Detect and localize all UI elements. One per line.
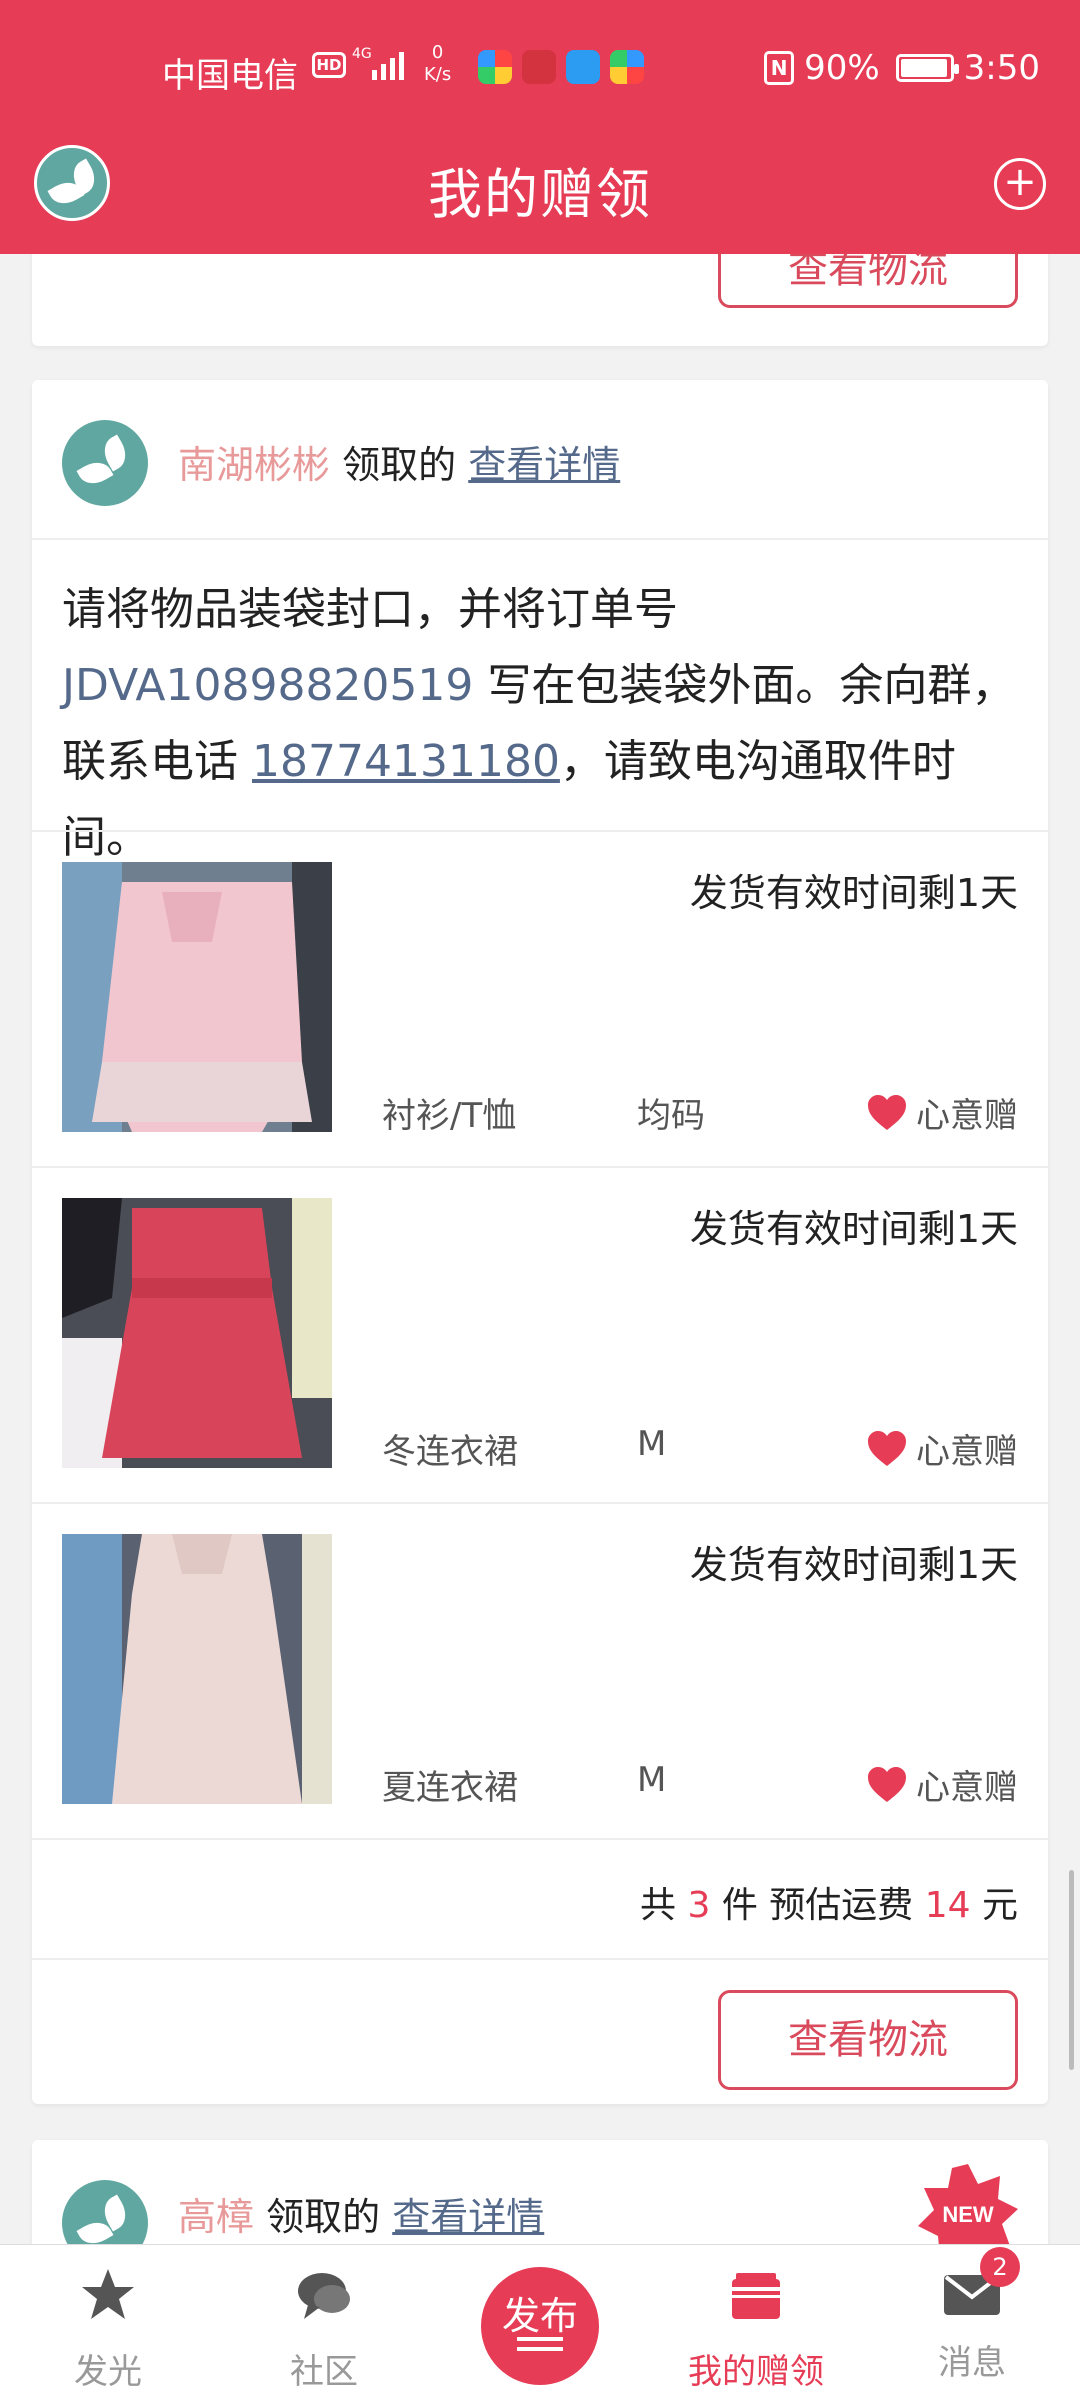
nav-label: 发光	[74, 2352, 142, 2392]
notice-text: 请将物品装袋封口，并将订单号	[62, 584, 678, 635]
item-size: 均码	[637, 1096, 705, 1136]
battery-icon	[895, 54, 959, 82]
net-speed-value: 0	[431, 42, 444, 63]
publish-label: 发布	[501, 2294, 578, 2338]
publish-button[interactable]: 发布	[481, 2267, 599, 2385]
card-header: 南湖彬彬 领取的 查看详情	[32, 380, 1048, 540]
view-logistics-button[interactable]: 查看物流	[718, 1990, 1018, 2090]
item-category: 衬衫/T恤	[382, 1096, 517, 1136]
net-speed-unit: K/s	[424, 64, 452, 85]
notification-icons	[478, 50, 644, 84]
battery-percent: 90%	[804, 48, 880, 88]
summary-mid: 件 预估运费	[710, 1885, 925, 1926]
app-icon	[478, 50, 512, 84]
list-item[interactable]: 发货有效时间剩1天 衬衫/T恤 均码 心意赠	[32, 830, 1048, 1166]
nav-label: 消息	[938, 2343, 1006, 2383]
scrollbar[interactable]	[1069, 1870, 1074, 2070]
list-item[interactable]: 发货有效时间剩1天 冬连衣裙 M 心意赠	[32, 1166, 1048, 1502]
signal-icon	[372, 50, 412, 80]
gift-label: 心意赠	[916, 1432, 1018, 1472]
claim-info: 高樟 领取的 查看详情	[178, 2186, 544, 2241]
gift-type: 心意赠	[866, 1424, 1018, 1473]
gift-type: 心意赠	[866, 1088, 1018, 1137]
heart-icon	[868, 1430, 906, 1466]
ship-deadline: 发货有效时间剩1天	[689, 1543, 1018, 1587]
claim-info: 南湖彬彬 领取的 查看详情	[178, 434, 620, 489]
item-category: 夏连衣裙	[382, 1768, 518, 1808]
nav-item-messages[interactable]: 2 消息	[892, 2247, 1052, 2384]
item-category: 冬连衣裙	[382, 1432, 518, 1472]
user-name[interactable]: 高樟	[178, 2195, 254, 2239]
user-avatar[interactable]	[62, 420, 148, 506]
order-summary: 共 3 件 预估运费 14 元	[32, 1838, 1048, 1958]
list-item[interactable]: 发货有效时间剩1天 夏连衣裙 M 心意赠	[32, 1502, 1048, 1838]
user-name[interactable]: 南湖彬彬	[178, 443, 330, 487]
app-header: 中国电信 HD 4G 0 K/s N 90% 3:50 我的赠领 +	[0, 0, 1080, 254]
chat-icon	[298, 2273, 350, 2319]
view-details-link[interactable]: 查看详情	[392, 2195, 544, 2239]
claim-verb: 领取的	[266, 2195, 381, 2239]
summary-unit: 元	[970, 1885, 1018, 1926]
clock: 3:50	[963, 48, 1040, 88]
status-right: N 90% 3:50	[764, 48, 1040, 88]
card-footer: 查看物流	[32, 1958, 1048, 2108]
view-details-link[interactable]: 查看详情	[468, 443, 620, 487]
new-badge-label: NEW	[942, 2202, 994, 2227]
heart-icon	[868, 1766, 906, 1802]
summary-prefix: 共	[640, 1885, 688, 1926]
page-title: 我的赠领	[428, 163, 652, 226]
product-image	[62, 862, 332, 1132]
nfc-icon: N	[764, 51, 795, 85]
menu-lines-icon	[517, 2337, 563, 2341]
gift-label: 心意赠	[916, 1768, 1018, 1808]
unread-badge: 2	[980, 2247, 1020, 2287]
order-card: 南湖彬彬 领取的 查看详情 请将物品装袋封口，并将订单号 JDVA1089882…	[32, 380, 1048, 2104]
bottom-nav: 发光 社区 发布 我的赠领 2 消息	[0, 2244, 1080, 2400]
summary-text: 共 3 件 预估运费 14 元	[640, 1876, 1018, 1928]
item-size: M	[637, 1760, 667, 1800]
gift-label: 心意赠	[916, 1096, 1018, 1136]
item-count: 3	[687, 1885, 711, 1926]
next-order-card: 高樟 领取的 查看详情 NEW	[32, 2140, 1048, 2266]
gift-type: 心意赠	[866, 1760, 1018, 1809]
carrier-label: 中国电信	[162, 56, 298, 96]
nav-item-community[interactable]: 社区	[244, 2265, 404, 2393]
nav-label: 社区	[290, 2352, 358, 2392]
item-size: M	[637, 1424, 667, 1464]
ship-deadline: 发货有效时间剩1天	[689, 1207, 1018, 1251]
app-icon	[522, 50, 556, 84]
shipping-fee: 14	[924, 1885, 971, 1926]
mail-container: 2	[942, 2247, 1020, 2325]
hd-icon: HD	[312, 52, 346, 78]
search-app-icon	[566, 50, 600, 84]
net-speed: 0 K/s	[424, 42, 451, 86]
ship-deadline: 发货有效时间剩1天	[689, 871, 1018, 915]
heart-icon	[868, 1094, 906, 1130]
gift-box-icon	[732, 2273, 780, 2319]
add-button[interactable]: +	[994, 158, 1046, 210]
product-image	[62, 1534, 332, 1804]
star-icon	[82, 2269, 134, 2319]
claim-verb: 领取的	[342, 443, 457, 487]
network-type-label: 4G	[352, 46, 372, 62]
status-bar: 中国电信 HD 4G 0 K/s N 90% 3:50	[0, 40, 1080, 100]
phone-link[interactable]: 18774131180	[252, 736, 560, 787]
nav-label: 我的赠领	[688, 2352, 824, 2392]
nav-item-my-gifts[interactable]: 我的赠领	[676, 2265, 836, 2393]
nav-item-glow[interactable]: 发光	[28, 2265, 188, 2393]
app-icon	[610, 50, 644, 84]
product-image	[62, 1198, 332, 1468]
order-number: JDVA10898820519	[62, 660, 474, 711]
